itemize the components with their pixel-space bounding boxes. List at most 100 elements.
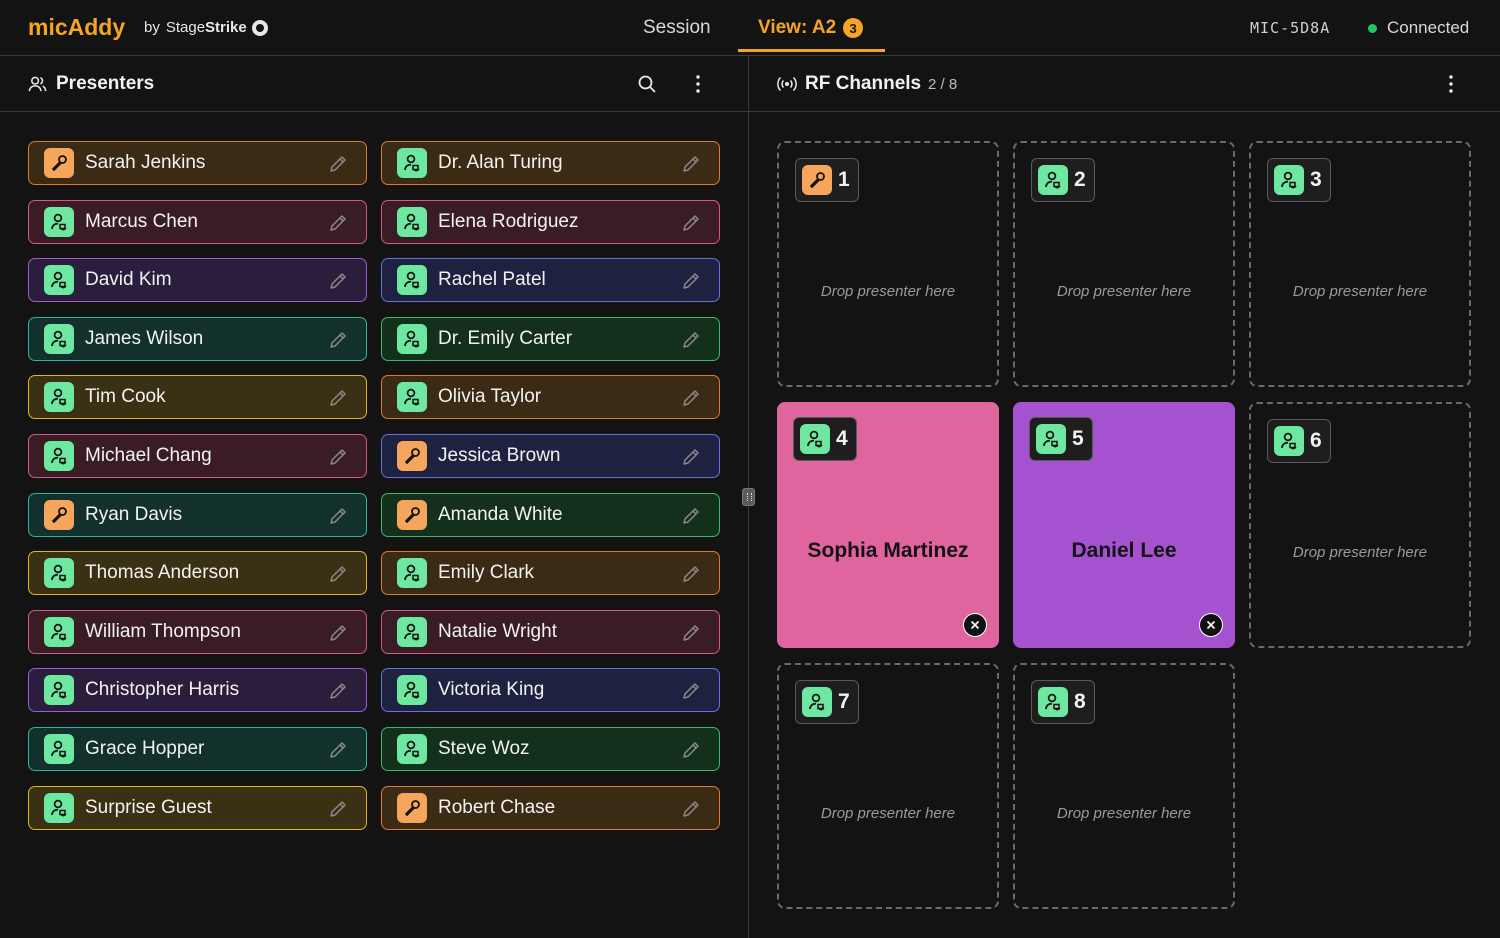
assigned-presenter-name: Daniel Lee [1071, 539, 1177, 562]
presenter-item[interactable]: David Kim [28, 258, 367, 303]
more-vertical-icon[interactable] [690, 74, 706, 94]
lavalier-mic-icon [1043, 430, 1059, 448]
edit-icon[interactable] [681, 388, 701, 408]
presenter-item[interactable]: Michael Chang [28, 433, 367, 478]
presenter-name: Amanda White [438, 503, 563, 525]
edit-icon[interactable] [681, 623, 701, 643]
presenter-name: Victoria King [438, 679, 545, 701]
edit-icon[interactable] [328, 330, 348, 350]
presenter-item[interactable]: Thomas Anderson [28, 551, 367, 596]
presenter-item[interactable]: James Wilson [28, 316, 367, 361]
rf-channel-6[interactable]: 6 Drop presenter here [1249, 402, 1471, 648]
presenter-item[interactable]: Christopher Harris [28, 668, 367, 713]
edit-icon[interactable] [681, 681, 701, 701]
edit-icon[interactable] [328, 213, 348, 233]
presenter-name: Robert Chase [438, 796, 556, 818]
lavalier-mic-icon [51, 623, 67, 641]
presenter-item[interactable]: Marcus Chen [28, 199, 367, 244]
mic-badge [1274, 426, 1304, 456]
lavalier-mic-icon [1045, 171, 1061, 189]
rf-channel-4[interactable]: 4 Sophia Martinez [777, 402, 999, 648]
lavalier-mic-icon [404, 740, 420, 758]
remove-presenter-button[interactable] [1199, 613, 1223, 637]
edit-icon[interactable] [328, 681, 348, 701]
mic-badge [44, 499, 74, 530]
resize-handle[interactable] [742, 488, 755, 506]
mic-badge [1038, 165, 1068, 195]
presenter-item[interactable]: Ryan Davis [28, 492, 367, 537]
rf-channel-5[interactable]: 5 Daniel Lee [1013, 402, 1235, 648]
edit-icon[interactable] [681, 271, 701, 291]
mic-badge [397, 148, 427, 178]
presenter-item[interactable]: Amanda White [381, 492, 720, 537]
assigned-presenter-name: Sophia Martinez [807, 539, 969, 562]
channel-badge: 7 [795, 680, 859, 724]
presenter-item[interactable]: Grace Hopper [28, 726, 367, 771]
edit-icon[interactable] [328, 506, 348, 526]
lavalier-mic-icon [51, 682, 67, 699]
presenter-name: Olivia Taylor [438, 386, 542, 408]
presenter-item[interactable]: Dr. Alan Turing [381, 141, 720, 185]
presenter-name: Marcus Chen [85, 210, 198, 232]
presenter-item[interactable]: Natalie Wright [381, 609, 720, 654]
rf-channel-8[interactable]: 8 Drop presenter here [1013, 663, 1235, 909]
presenter-item[interactable]: Jessica Brown [381, 433, 720, 478]
edit-icon[interactable] [681, 447, 701, 467]
rf-channel-7[interactable]: 7 Drop presenter here [777, 663, 999, 909]
presenter-name: Jessica Brown [438, 444, 561, 466]
presenter-item[interactable]: Victoria King [381, 668, 720, 713]
edit-icon[interactable] [681, 506, 701, 526]
presenter-item[interactable]: Steve Woz [381, 726, 720, 771]
presenter-item[interactable]: Emily Clark [381, 551, 720, 596]
edit-icon[interactable] [328, 623, 348, 643]
edit-icon[interactable] [328, 447, 348, 467]
edit-icon[interactable] [681, 799, 701, 819]
edit-icon[interactable] [681, 564, 701, 584]
edit-icon[interactable] [681, 330, 701, 350]
lavalier-mic-icon [51, 213, 67, 231]
lavalier-mic-icon [807, 430, 823, 448]
presenter-item[interactable]: Sarah Jenkins [28, 141, 367, 185]
presenter-name: Tim Cook [85, 386, 166, 408]
handheld-mic-icon [405, 799, 420, 816]
edit-icon[interactable] [328, 388, 348, 408]
search-icon[interactable] [637, 74, 657, 94]
presenter-item[interactable]: Olivia Taylor [381, 375, 720, 420]
tab-session[interactable]: Session [643, 17, 711, 39]
mic-badge [1274, 165, 1304, 195]
edit-icon[interactable] [328, 271, 348, 291]
presenter-item[interactable]: Dr. Emily Carter [381, 316, 720, 361]
tab-view[interactable]: View: A2 3 [758, 17, 864, 39]
channel-number: 8 [1074, 690, 1086, 713]
lavalier-mic-icon [1045, 693, 1061, 711]
presenter-item[interactable]: Robert Chase [381, 785, 720, 830]
edit-icon[interactable] [681, 740, 701, 760]
presenter-item[interactable]: Rachel Patel [381, 258, 720, 303]
presenter-list: Sarah Jenkins Dr. Alan Turing Marcus Chen E… [28, 141, 720, 830]
lavalier-mic-icon [809, 693, 825, 711]
lavalier-mic-icon [1281, 432, 1297, 450]
lavalier-mic-icon [404, 389, 420, 406]
presenter-item[interactable]: Surprise Guest [28, 785, 367, 830]
channel-number: 7 [838, 690, 850, 713]
edit-icon[interactable] [328, 799, 348, 819]
presenter-name: Dr. Alan Turing [438, 152, 563, 173]
byline: by StageStrike [144, 19, 268, 36]
presenter-item[interactable]: Tim Cook [28, 375, 367, 420]
edit-icon[interactable] [328, 564, 348, 584]
edit-icon[interactable] [328, 740, 348, 760]
mic-badge [397, 616, 427, 647]
rf-channel-1[interactable]: 1 Drop presenter here [777, 141, 999, 387]
presenter-item[interactable]: William Thompson [28, 609, 367, 654]
more-vertical-icon[interactable] [1443, 74, 1459, 94]
rf-channel-2[interactable]: 2 Drop presenter here [1013, 141, 1235, 387]
remove-presenter-button[interactable] [963, 613, 987, 637]
presenter-name: Emily Clark [438, 562, 535, 584]
edit-icon[interactable] [681, 213, 701, 233]
edit-icon[interactable] [681, 154, 701, 174]
presenter-item[interactable]: Elena Rodriguez [381, 199, 720, 244]
edit-icon[interactable] [328, 154, 348, 174]
channel-badge: 3 [1267, 158, 1331, 202]
rf-channel-3[interactable]: 3 Drop presenter here [1249, 141, 1471, 387]
handheld-mic-icon [810, 172, 825, 188]
